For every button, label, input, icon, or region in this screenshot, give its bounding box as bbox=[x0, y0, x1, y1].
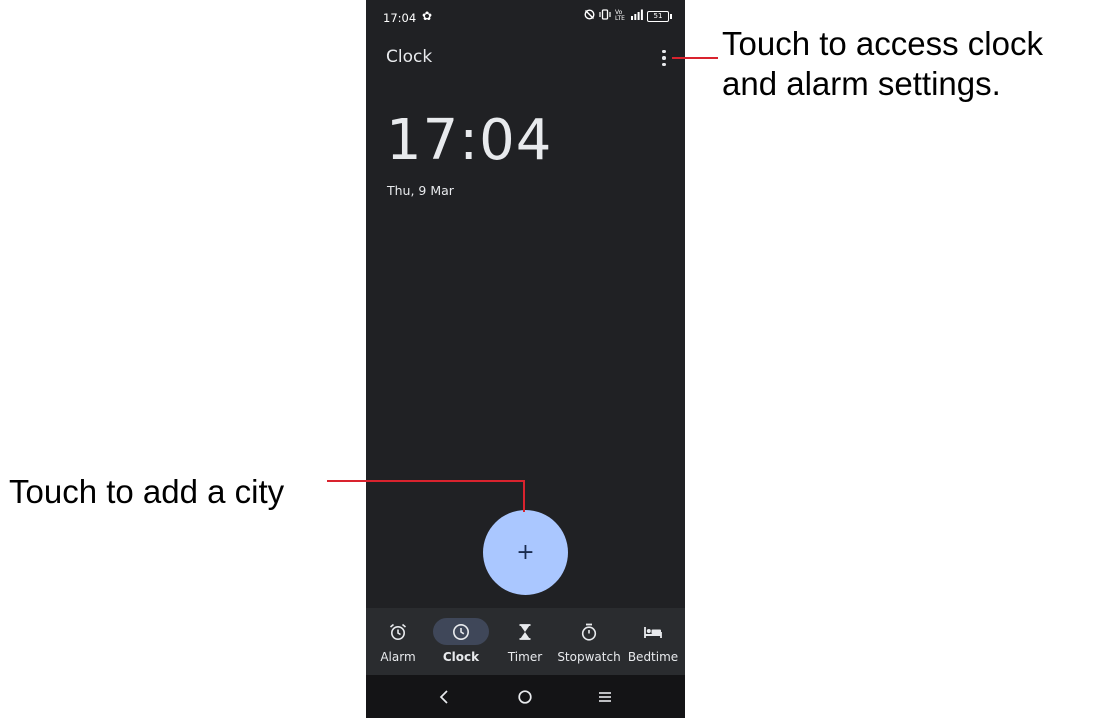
back-icon[interactable] bbox=[430, 686, 460, 708]
add-city-callout-line bbox=[327, 480, 525, 482]
current-time: 17:04 bbox=[386, 108, 553, 173]
tab-label-alarm: Alarm bbox=[380, 650, 416, 664]
recents-menu-icon[interactable] bbox=[590, 686, 620, 708]
hourglass-icon bbox=[497, 618, 553, 645]
settings-callout: Touch to access clock and alarm settings… bbox=[722, 24, 1043, 103]
alarm-icon bbox=[370, 618, 426, 645]
settings-callout-line bbox=[672, 57, 718, 59]
page-title: Clock bbox=[386, 47, 433, 67]
tab-timer[interactable]: Timer bbox=[493, 618, 557, 664]
system-navigation-bar bbox=[366, 675, 685, 718]
bed-icon bbox=[625, 618, 681, 645]
clock-icon bbox=[433, 618, 489, 645]
status-bar: 17:04 ✿ Vo LTE 51 bbox=[366, 0, 685, 36]
tab-label-clock: Clock bbox=[442, 650, 480, 664]
signal-icon bbox=[631, 9, 643, 23]
volte-label: Vo LTE bbox=[615, 9, 625, 22]
add-city-callout: Touch to add a city bbox=[9, 473, 285, 510]
tab-bedtime[interactable]: Bedtime bbox=[621, 618, 685, 664]
status-time: 17:04 bbox=[383, 11, 417, 25]
stopwatch-icon bbox=[561, 618, 617, 645]
tab-stopwatch[interactable]: Stopwatch bbox=[557, 618, 621, 664]
tab-alarm[interactable]: Alarm bbox=[366, 618, 430, 664]
tab-label-timer: Timer bbox=[507, 650, 543, 664]
vibrate-icon bbox=[599, 9, 611, 23]
settings-callout-line-1: Touch to access clock bbox=[722, 25, 1043, 62]
mute-icon bbox=[584, 9, 595, 23]
bottom-navigation: Alarm Clock Timer Stopwatch Bedtime bbox=[366, 608, 685, 675]
tab-label-bedtime: Bedtime bbox=[627, 650, 679, 664]
phone-screen: 17:04 ✿ Vo LTE 51 Clock 17:04 Thu, 9 Mar… bbox=[366, 0, 685, 718]
battery-icon: 51 bbox=[647, 10, 672, 22]
more-options-icon[interactable] bbox=[656, 45, 672, 71]
settings-callout-line-2: and alarm settings. bbox=[722, 64, 1001, 102]
home-icon[interactable] bbox=[510, 686, 540, 708]
status-icons: Vo LTE 51 bbox=[584, 9, 672, 23]
add-city-button[interactable]: + bbox=[483, 510, 568, 595]
tab-clock[interactable]: Clock bbox=[429, 618, 493, 664]
settings-gear-icon: ✿ bbox=[422, 9, 433, 23]
add-city-callout-line-vertical bbox=[523, 480, 525, 512]
tab-label-stopwatch: Stopwatch bbox=[557, 650, 621, 664]
current-date: Thu, 9 Mar bbox=[387, 183, 454, 198]
